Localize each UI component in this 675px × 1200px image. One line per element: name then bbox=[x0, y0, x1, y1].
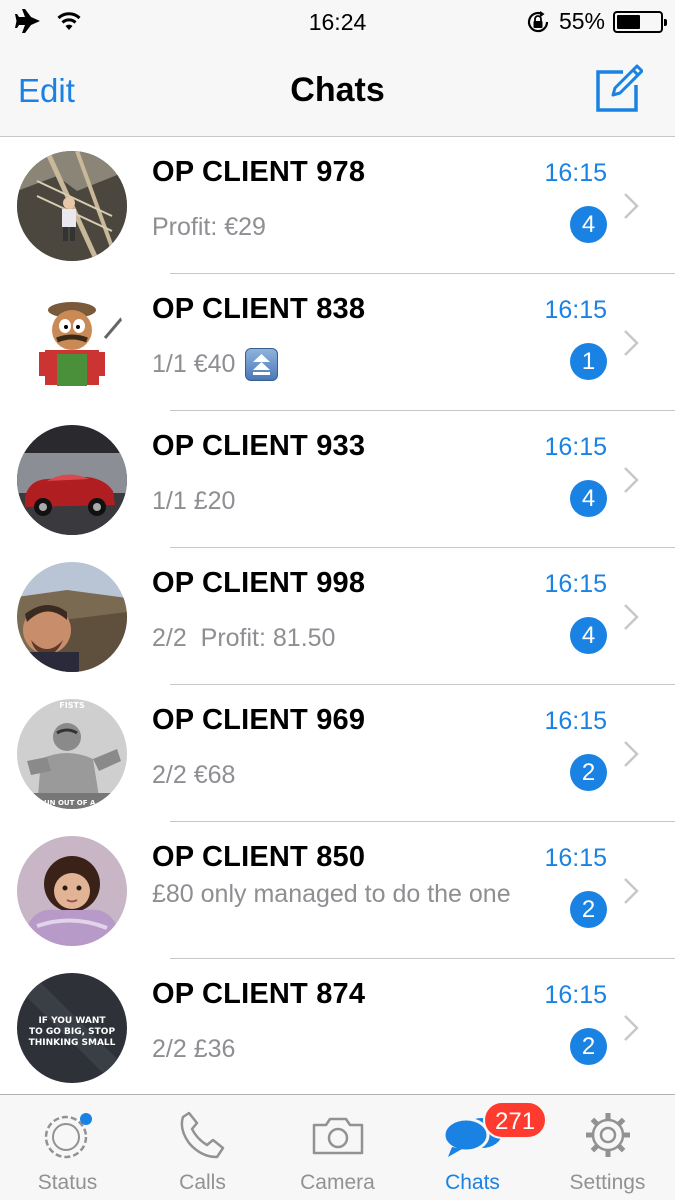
avatar: IF YOU WANT TO GO BIG, STOP THINKING SMA… bbox=[17, 973, 127, 1083]
chat-preview: 1/1 €40 bbox=[152, 345, 532, 383]
chevron-right-icon bbox=[624, 467, 639, 493]
chat-row[interactable]: OP CLIENT 933 16:15 1/1 £20 4 bbox=[0, 411, 675, 548]
chat-name: OP CLIENT 874 bbox=[152, 978, 366, 1010]
chat-preview: 2/2 Profit: 81.50 bbox=[152, 619, 532, 657]
chat-preview-text: 2/2 Profit: 81.50 bbox=[152, 624, 336, 652]
unread-badge: 2 bbox=[570, 1028, 607, 1065]
tab-label: Calls bbox=[179, 1171, 226, 1194]
battery-level bbox=[617, 14, 641, 29]
chat-preview: Profit: €29 bbox=[152, 208, 532, 246]
tab-camera[interactable]: Camera bbox=[270, 1095, 405, 1200]
chat-row[interactable]: OP CLIENT 998 16:15 2/2 Profit: 81.50 4 bbox=[0, 548, 675, 685]
compose-icon[interactable] bbox=[593, 64, 643, 114]
chat-time: 16:15 bbox=[544, 159, 607, 187]
avatar bbox=[17, 425, 127, 535]
tab-status[interactable]: Status bbox=[0, 1095, 135, 1200]
nav-bar: Edit Chats bbox=[0, 44, 675, 137]
status-bar: 16:24 55% bbox=[0, 0, 675, 44]
meme-bottom-text: RUN OUT OF A bbox=[39, 799, 96, 807]
chat-list: OP CLIENT 978 16:15 Profit: €29 4 OP CLI… bbox=[0, 137, 675, 1094]
chat-preview: 2/2 £36 bbox=[152, 1030, 532, 1068]
avatar bbox=[17, 288, 127, 398]
chat-time: 16:15 bbox=[544, 296, 607, 324]
tab-settings[interactable]: Settings bbox=[540, 1095, 675, 1200]
phone-icon bbox=[180, 1111, 224, 1159]
quote-line-3: THINKING SMALL bbox=[29, 1038, 116, 1048]
chat-time: 16:15 bbox=[544, 570, 607, 598]
meme-top-text: FISTS bbox=[59, 701, 85, 710]
avatar bbox=[17, 562, 127, 672]
chat-preview-text: £80 only managed to do the one bbox=[152, 880, 511, 908]
avatar bbox=[17, 836, 127, 946]
chevron-right-icon bbox=[624, 741, 639, 767]
avatar bbox=[17, 151, 127, 261]
status-right: 55% bbox=[525, 8, 667, 35]
battery-icon bbox=[613, 10, 667, 33]
chat-row[interactable]: FISTS RUN OUT OF A OP CLIENT 969 16:15 2… bbox=[0, 685, 675, 822]
chat-preview: 1/1 £20 bbox=[152, 482, 532, 520]
chevron-right-icon bbox=[624, 604, 639, 630]
tab-calls[interactable]: Calls bbox=[135, 1095, 270, 1200]
unread-badge: 4 bbox=[570, 206, 607, 243]
chat-row[interactable]: OP CLIENT 838 16:15 1/1 €40 1 bbox=[0, 274, 675, 411]
rotation-lock-icon bbox=[527, 10, 549, 32]
chat-name: OP CLIENT 933 bbox=[152, 430, 366, 462]
tab-chats[interactable]: 271 Chats bbox=[405, 1095, 548, 1200]
tab-label: Settings bbox=[569, 1171, 646, 1194]
tab-label: Chats bbox=[445, 1171, 500, 1194]
unread-badge: 1 bbox=[570, 343, 607, 380]
status-icon bbox=[44, 1113, 92, 1159]
chat-time: 16:15 bbox=[544, 433, 607, 461]
chat-preview-text: 1/1 £20 bbox=[152, 487, 236, 515]
chat-row[interactable]: IF YOU WANT TO GO BIG, STOP THINKING SMA… bbox=[0, 959, 675, 1094]
chat-row[interactable]: OP CLIENT 850 16:15 £80 only managed to … bbox=[0, 822, 675, 959]
chat-name: OP CLIENT 838 bbox=[152, 293, 366, 325]
chat-preview-text: Profit: €29 bbox=[152, 213, 266, 241]
chats-badge: 271 bbox=[483, 1101, 548, 1139]
chevron-right-icon bbox=[624, 878, 639, 904]
page-title: Chats bbox=[290, 71, 385, 109]
chat-row[interactable]: OP CLIENT 978 16:15 Profit: €29 4 bbox=[0, 137, 675, 274]
camera-icon bbox=[312, 1117, 363, 1155]
chat-name: OP CLIENT 969 bbox=[152, 704, 366, 736]
chat-preview-text: 2/2 £36 bbox=[152, 1035, 236, 1063]
quote-line-1: IF YOU WANT bbox=[38, 1016, 106, 1026]
unread-badge: 2 bbox=[570, 754, 607, 791]
chat-preview-text: 1/1 €40 bbox=[152, 350, 236, 378]
chat-preview: £80 only managed to do the one bbox=[152, 875, 532, 913]
tab-label: Status bbox=[37, 1171, 98, 1194]
chevron-right-icon bbox=[624, 1015, 639, 1041]
chat-time: 16:15 bbox=[544, 844, 607, 872]
unread-badge: 2 bbox=[570, 891, 607, 928]
unread-badge: 4 bbox=[570, 480, 607, 517]
chat-name: OP CLIENT 850 bbox=[152, 841, 366, 873]
quote-line-2: TO GO BIG, STOP bbox=[29, 1027, 116, 1037]
up-arrows-emoji-icon bbox=[245, 347, 279, 381]
chat-time: 16:15 bbox=[544, 707, 607, 735]
chat-name: OP CLIENT 978 bbox=[152, 156, 366, 188]
chevron-right-icon bbox=[624, 193, 639, 219]
chevron-right-icon bbox=[624, 330, 639, 356]
chat-preview-text: 2/2 €68 bbox=[152, 761, 236, 789]
chat-name: OP CLIENT 998 bbox=[152, 567, 366, 599]
chat-preview: 2/2 €68 bbox=[152, 756, 532, 794]
tab-bar: Status Calls Camera 271 Chats Settings bbox=[0, 1094, 675, 1200]
chat-time: 16:15 bbox=[544, 981, 607, 1009]
battery-percent: 55% bbox=[558, 8, 605, 34]
unread-badge: 4 bbox=[570, 617, 607, 654]
gear-icon bbox=[585, 1113, 630, 1157]
avatar: FISTS RUN OUT OF A bbox=[17, 699, 127, 809]
tab-label: Camera bbox=[300, 1171, 375, 1194]
